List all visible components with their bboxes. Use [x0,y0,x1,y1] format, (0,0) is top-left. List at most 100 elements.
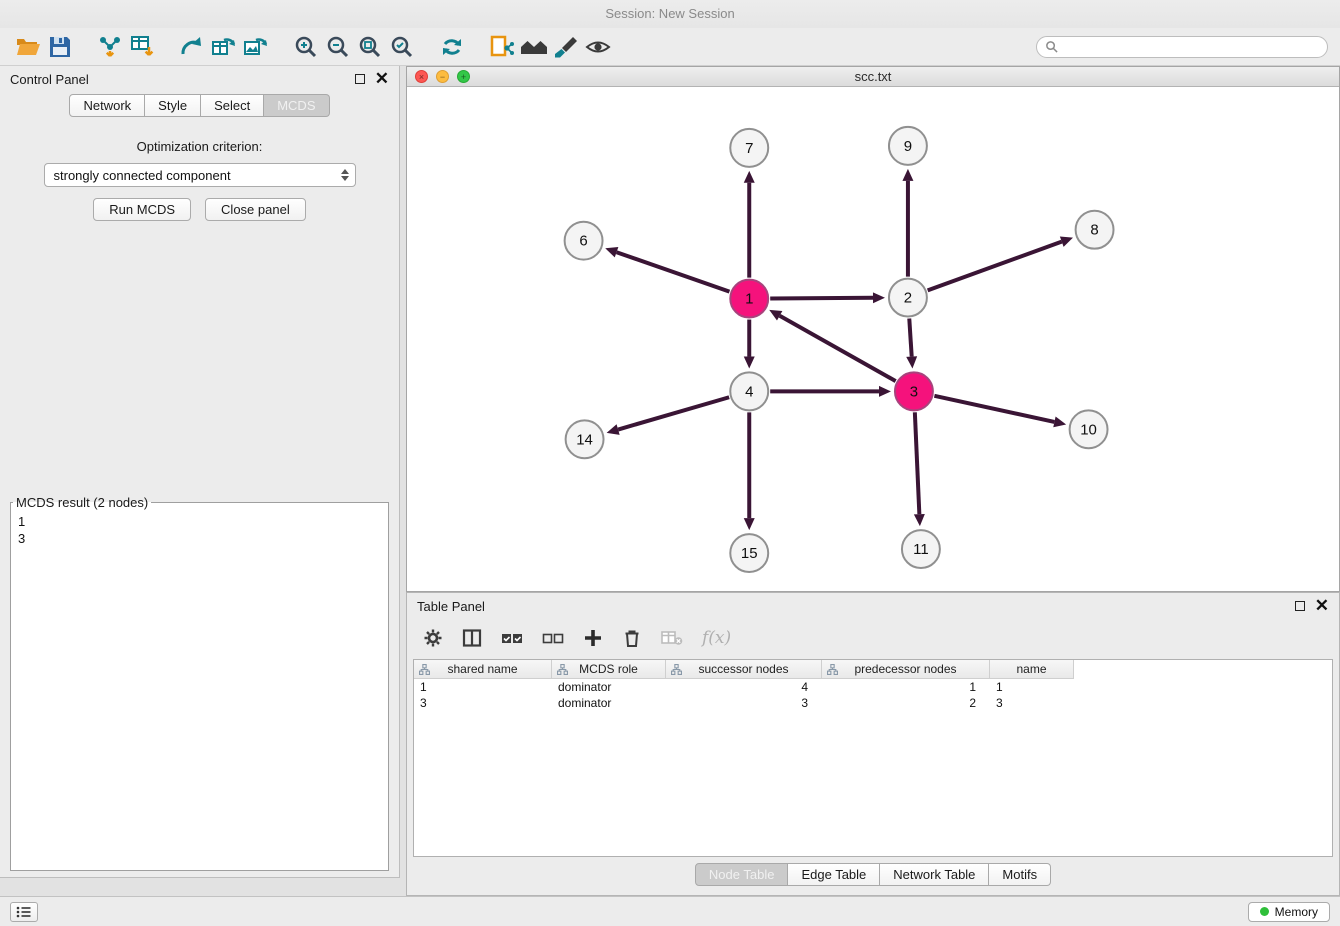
run-mcds-button[interactable]: Run MCDS [93,198,191,221]
tab-network[interactable]: Network [69,94,145,117]
open-network-file-button[interactable] [486,31,518,63]
optimization-criterion-select[interactable]: strongly connected component [44,163,356,187]
table-settings-button[interactable] [423,628,443,648]
refresh-button[interactable] [436,31,468,63]
home-button[interactable] [518,31,550,63]
graph-edge-1-6[interactable] [605,247,729,292]
add-row-button[interactable] [583,628,603,648]
deselect-all-button[interactable] [542,630,564,646]
attribute-icon [827,664,838,675]
show-hide-graphics-button[interactable] [582,31,614,63]
tab-edge-table[interactable]: Edge Table [788,863,880,886]
cell-predecessor-nodes[interactable]: 2 [822,695,990,711]
export-image-button[interactable] [240,31,272,63]
graph-node-6[interactable]: 6 [565,222,603,260]
tab-motifs[interactable]: Motifs [989,863,1051,886]
float-table-panel-icon[interactable] [1295,601,1305,611]
new-table-button[interactable] [208,31,240,63]
import-network-button[interactable] [94,31,126,63]
select-all-button[interactable] [501,630,523,646]
svg-text:9: 9 [904,138,912,155]
graph-edge-1-7[interactable] [744,171,755,278]
delete-row-button[interactable] [622,628,642,648]
function-builder-button[interactable]: f(x) [702,628,731,648]
open-session-button[interactable] [12,31,44,63]
cell-shared-name[interactable]: 3 [414,695,552,711]
window-title: Session: New Session [605,6,734,21]
cell-successor-nodes[interactable]: 3 [666,695,822,711]
eye-icon [585,34,611,60]
graph-node-8[interactable]: 8 [1076,211,1114,249]
table-row[interactable]: 1 dominator 4 1 1 [414,679,1332,695]
folder-open-icon [15,34,41,60]
graph-edge-3-1[interactable] [769,310,895,381]
memory-button[interactable]: Memory [1248,902,1330,922]
show-columns-button[interactable] [462,628,482,648]
cell-mcds-role[interactable]: dominator [552,679,666,695]
column-header-shared-name[interactable]: shared name [414,660,552,679]
graph-node-14[interactable]: 14 [566,420,604,458]
graph-edge-2-3[interactable] [906,318,917,368]
graph-node-15[interactable]: 15 [730,534,768,572]
graph-edge-1-4[interactable] [744,320,755,369]
graph-node-9[interactable]: 9 [889,127,927,165]
close-panel-button[interactable]: Close panel [205,198,306,221]
graph-node-11[interactable]: 11 [902,530,940,568]
graph-edge-1-2[interactable] [770,292,885,303]
table-row[interactable]: 3 dominator 3 2 3 [414,695,1332,711]
new-network-button[interactable] [176,31,208,63]
cell-name[interactable]: 3 [990,695,1074,711]
graph-edge-2-8[interactable] [928,236,1073,290]
svg-text:10: 10 [1080,421,1097,438]
cell-successor-nodes[interactable]: 4 [666,679,822,695]
columns-icon [462,628,482,648]
zoom-out-button[interactable] [322,31,354,63]
column-header-mcds-role[interactable]: MCDS role [552,660,666,679]
graph-edge-3-11[interactable] [914,412,925,526]
zoom-in-button[interactable] [290,31,322,63]
float-panel-icon[interactable] [355,74,365,84]
cell-predecessor-nodes[interactable]: 1 [822,679,990,695]
graph-edge-4-14[interactable] [607,397,730,435]
zoom-fit-button[interactable] [354,31,386,63]
show-panels-button[interactable] [10,902,38,922]
table-arrow-icon [211,34,237,60]
graph-node-7[interactable]: 7 [730,129,768,167]
tab-mcds[interactable]: MCDS [264,94,329,117]
apply-style-button[interactable] [550,31,582,63]
delete-table-button[interactable] [661,630,683,646]
tab-style[interactable]: Style [145,94,201,117]
graph-edge-2-9[interactable] [902,169,913,277]
tab-network-table[interactable]: Network Table [880,863,989,886]
graph-node-1[interactable]: 1 [730,280,768,318]
zoom-selected-button[interactable] [386,31,418,63]
cell-shared-name[interactable]: 1 [414,679,552,695]
attribute-icon [557,664,568,675]
column-header-predecessor-nodes[interactable]: predecessor nodes [822,660,990,679]
tab-select[interactable]: Select [201,94,264,117]
close-panel-icon[interactable]: ✕ [375,72,389,86]
network-window-titlebar: scc.txt × − + [407,67,1339,87]
close-table-panel-icon[interactable]: ✕ [1315,599,1329,613]
graph-edge-3-10[interactable] [934,396,1066,427]
graph-node-3[interactable]: 3 [895,372,933,410]
cell-name[interactable]: 1 [990,679,1074,695]
control-panel-tab-bar: Network Style Select MCDS [69,94,329,117]
import-table-button[interactable] [126,31,158,63]
graph-edge-4-15[interactable] [744,412,755,530]
column-header-name[interactable]: name [990,660,1074,679]
zoom-selected-icon [389,34,415,60]
column-header-successor-nodes[interactable]: successor nodes [666,660,822,679]
tab-node-table[interactable]: Node Table [695,863,789,886]
cell-mcds-role[interactable]: dominator [552,695,666,711]
graph-node-4[interactable]: 4 [730,372,768,410]
network-canvas[interactable]: 7 9 6 8 1 2 4 3 14 10 15 11 [407,88,1339,591]
save-session-button[interactable] [44,31,76,63]
graph-node-2[interactable]: 2 [889,279,927,317]
search-box[interactable] [1036,36,1328,58]
svg-text:1: 1 [745,291,753,308]
mcds-result-node: 3 [18,530,381,547]
search-input[interactable] [1063,40,1319,54]
graph-node-10[interactable]: 10 [1070,410,1108,448]
graph-edge-4-3[interactable] [770,386,891,397]
